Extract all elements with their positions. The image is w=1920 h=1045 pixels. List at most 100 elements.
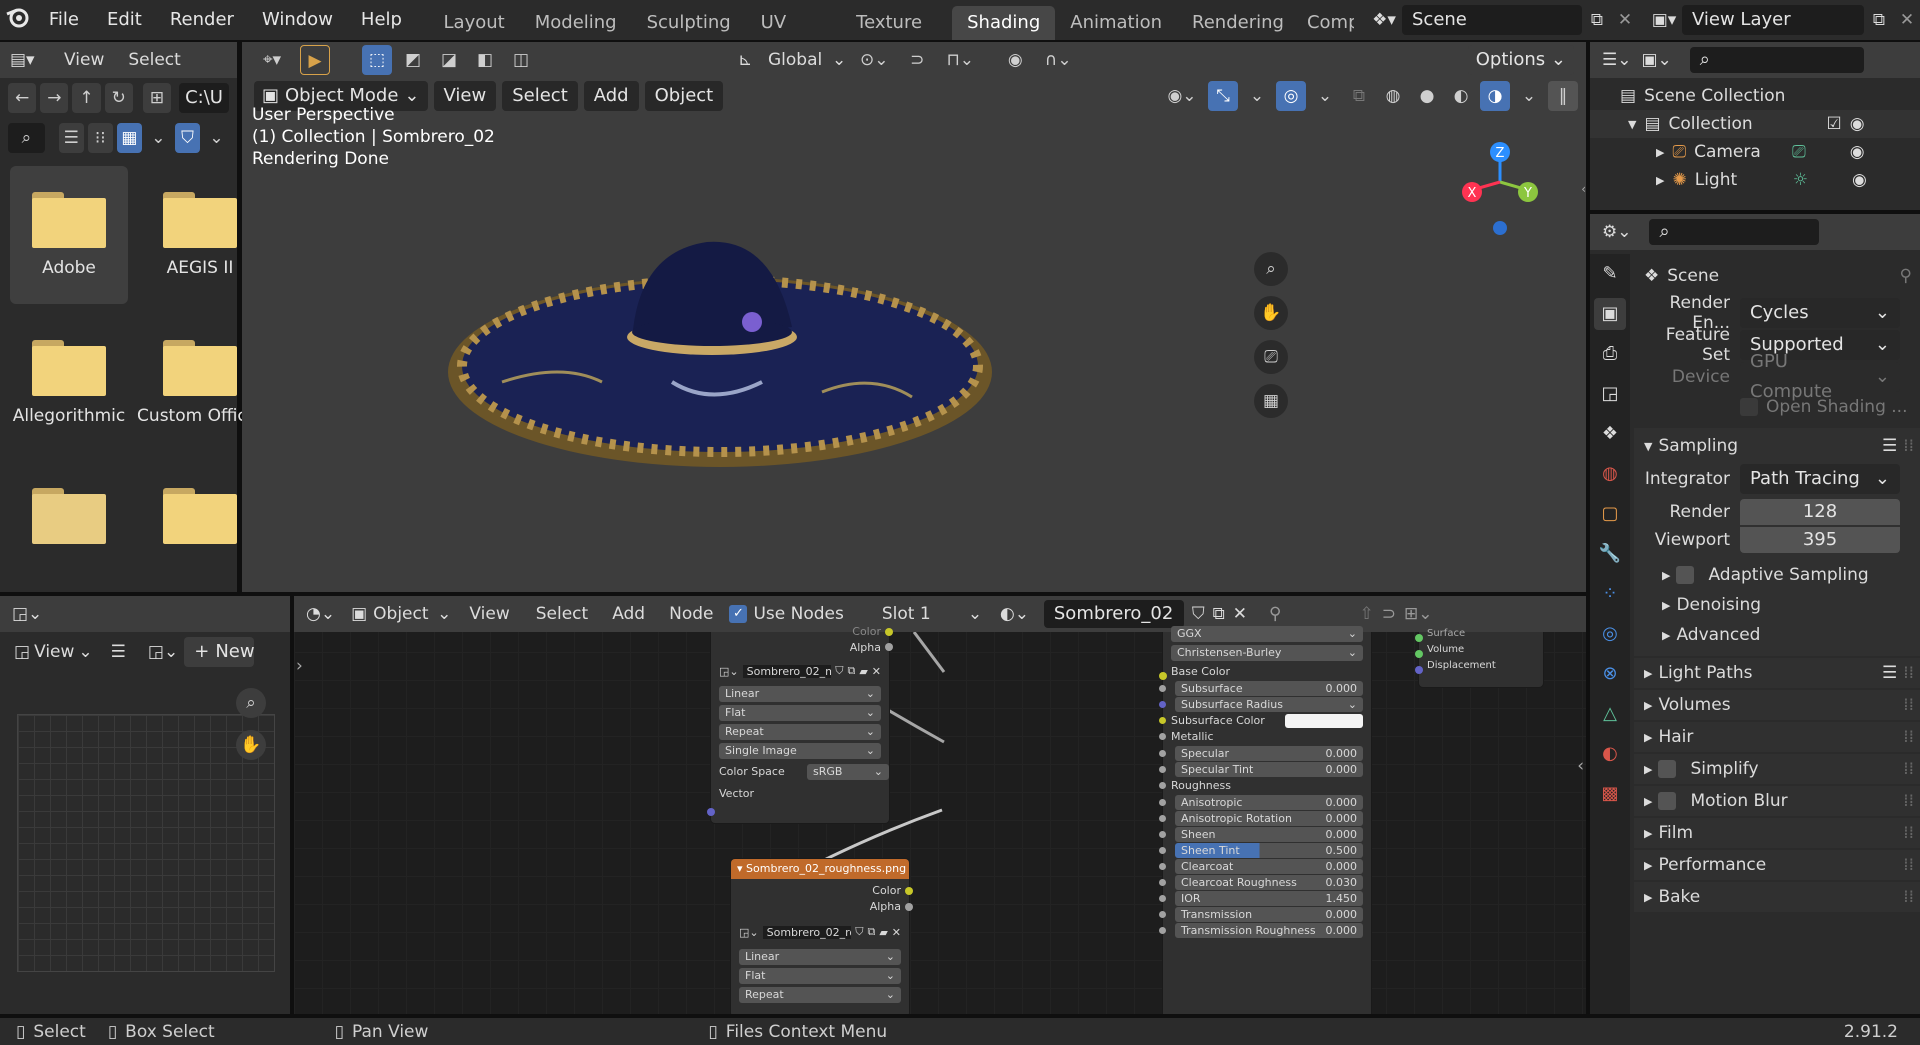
editor-type-icon[interactable]: ◲⌄ [12, 604, 42, 624]
drag-handle-icon[interactable]: ⁞⁞ [1903, 695, 1914, 715]
scene-collection-row[interactable]: ▤ Scene Collection [1590, 82, 1920, 110]
new-view-layer-icon[interactable]: ⧉ [1864, 10, 1894, 30]
surface-socket-dot[interactable] [1415, 634, 1423, 642]
menu-add[interactable]: Add [583, 81, 639, 111]
toolbar-toggle-icon[interactable]: › [296, 656, 303, 676]
tab-rendering[interactable]: Rendering [1177, 6, 1299, 40]
parent-dir-icon[interactable]: ↑ [72, 83, 101, 113]
view-layer-field[interactable]: View Layer [1682, 5, 1864, 35]
input-socket-dot[interactable] [1159, 733, 1166, 740]
falloff-icon[interactable]: ∩⌄ [1036, 45, 1080, 75]
solid-shading-icon[interactable]: ● [1412, 81, 1442, 111]
bsdf-input-row[interactable]: Transmission 0.000 [1159, 907, 1363, 922]
material-shading-icon[interactable]: ◐ [1446, 81, 1476, 111]
menu-help[interactable]: Help [347, 0, 416, 40]
outliner-item-camera[interactable]: ▶ ⎚ Camera ⎚ ◉ [1590, 138, 1920, 166]
navigation-gizmo[interactable]: Z Y X [1454, 132, 1544, 235]
tab-shading[interactable]: Shading [952, 6, 1056, 40]
input-socket-dot[interactable] [1159, 863, 1166, 870]
constraints-tab-icon[interactable]: ⊗ [1594, 658, 1626, 690]
bsdf-input-row[interactable]: Specular Tint 0.000 [1159, 762, 1363, 777]
bsdf-input-row[interactable]: IOR 1.450 [1159, 891, 1363, 906]
input-socket-dot[interactable] [1159, 766, 1166, 773]
new-scene-icon[interactable]: ⧉ [1582, 10, 1612, 30]
collection-row[interactable]: ▼ ▤ Collection ☑ ◉ [1590, 110, 1920, 138]
pan-hand-icon[interactable]: ✋ [236, 730, 266, 760]
node-editor[interactable]: ◔⌄ ▣ Object ⌄ View Select Add Node ✓ Use… [294, 596, 1586, 1014]
eye-icon[interactable]: ◉ [1850, 114, 1865, 134]
overlay-icon[interactable]: ◎ [1276, 81, 1306, 111]
material-tab-icon[interactable]: ◐ [1594, 738, 1626, 770]
expand-down-icon[interactable]: ▼ [1628, 118, 1636, 131]
forward-icon[interactable]: → [40, 83, 69, 113]
panel-header-performance[interactable]: ▶ Performance ⁞⁞ [1634, 850, 1920, 880]
render-tab-icon[interactable]: ▣ [1594, 298, 1626, 330]
checkbox-checked-icon[interactable]: ☑ [1827, 114, 1842, 134]
select-tool-icon[interactable]: ▶ [300, 45, 330, 75]
color-socket-dot[interactable] [885, 628, 893, 636]
checkbox-icon[interactable] [1658, 792, 1677, 810]
pause-render-icon[interactable]: ‖ [1548, 81, 1578, 111]
display-mode-icon[interactable]: ▣⌄ [1641, 50, 1671, 70]
input-socket-dot[interactable] [1159, 831, 1166, 838]
object-tab-icon[interactable]: ▢ [1594, 498, 1626, 530]
display-dropdown-icon[interactable]: ⌄ [146, 123, 171, 153]
eye-icon[interactable]: ◉ [1852, 170, 1867, 190]
menu-hamburger-icon[interactable]: ☰ [111, 642, 126, 662]
eye-icon[interactable]: ◉ [1850, 142, 1865, 162]
material-output-node[interactable]: Surface Volume Displacement [1415, 628, 1544, 688]
integrator-dropdown[interactable]: Path Tracing ⌄ [1740, 464, 1900, 494]
panel-header-volumes[interactable]: ▶ Volumes ⁞⁞ [1634, 690, 1920, 720]
close-icon[interactable]: ✕ [872, 665, 881, 678]
color-socket-dot[interactable] [905, 887, 913, 895]
outliner-search-field[interactable]: ⌕ [1689, 47, 1864, 73]
principled-bsdf-node[interactable]: GGX ⌄ Christensen-Burley ⌄ Base Color Subs… [1159, 626, 1372, 1014]
render-engine-dropdown[interactable]: Cycles ⌄ [1740, 298, 1900, 328]
projection-dropdown[interactable]: Flat ⌄ [739, 968, 901, 984]
sidebar-toggle-icon[interactable]: ‹ [1577, 756, 1584, 776]
alpha-socket-dot[interactable] [885, 643, 893, 651]
copy-icon[interactable]: ⧉ [867, 925, 875, 939]
drag-handle-icon[interactable]: ⁞⁞ [1903, 436, 1914, 456]
input-socket-dot[interactable] [1159, 911, 1166, 918]
fake-user-icon[interactable]: ⛉ [1192, 604, 1205, 624]
filter-dropdown-icon[interactable]: ⌄ [204, 123, 229, 153]
world-tab-icon[interactable]: ◍ [1594, 458, 1626, 490]
panel-header-motion-blur[interactable]: ▶ Motion Blur ⁞⁞ [1634, 786, 1920, 816]
drag-handle-icon[interactable]: ⁞⁞ [1903, 855, 1914, 875]
snap-icon[interactable]: ⊃ [902, 45, 932, 75]
bsdf-input-row[interactable]: Sheen 0.000 [1159, 827, 1363, 842]
select-subtract-icon[interactable]: ◪ [434, 45, 464, 75]
drag-handle-icon[interactable]: ⁞⁞ [1903, 823, 1914, 843]
input-socket-dot[interactable] [1159, 701, 1166, 708]
outliner-item-light[interactable]: ▶ ✺ Light ☼ ◉ [1590, 166, 1920, 194]
refresh-icon[interactable]: ↻ [104, 83, 133, 113]
slot-dropdown[interactable]: Slot 1 ⌄ [882, 604, 992, 624]
bsdf-input-row[interactable]: Anisotropic Rotation 0.000 [1159, 811, 1363, 826]
displacement-socket-dot[interactable] [1415, 666, 1423, 674]
snap-target-icon[interactable]: ⊓⌄ [938, 45, 982, 75]
physics-tab-icon[interactable]: ◎ [1594, 618, 1626, 650]
advanced-subpanel[interactable]: ▶ Advanced [1634, 620, 1920, 650]
copy-icon[interactable]: ⧉ [847, 664, 855, 678]
new-material-icon[interactable]: ⧉ [1213, 604, 1225, 624]
image-canvas[interactable] [17, 714, 275, 972]
transform-orientation-dropdown[interactable]: ⊾ Global ⌄ [738, 45, 846, 75]
tool-tab-icon[interactable]: ✎ [1594, 258, 1626, 290]
gizmo-dropdown-icon[interactable]: ⌄ [1242, 81, 1272, 111]
output-tab-icon[interactable]: ⎙ [1594, 338, 1626, 370]
menu-select[interactable]: Select [528, 604, 596, 624]
folder-item[interactable] [4, 462, 134, 544]
sampling-panel-header[interactable]: ▼ Sampling ☰ ⁞⁞ [1634, 428, 1920, 464]
parent-node-tree-icon[interactable]: ⇧ [1359, 604, 1373, 624]
render-samples-field[interactable]: 128 [1740, 499, 1900, 525]
fake-user-icon[interactable]: ⛉ [855, 925, 863, 939]
source-dropdown[interactable]: Single Image ⌄ [719, 743, 881, 759]
back-icon[interactable]: ← [8, 83, 37, 113]
menu-object[interactable]: Object [644, 81, 724, 111]
view-layer-selector[interactable]: ▣▾ View Layer ⧉ ✕ [1646, 5, 1920, 35]
fb-menu-select[interactable]: Select [118, 50, 190, 70]
viewport-samples-field[interactable]: 395 [1740, 527, 1900, 553]
interpolation-dropdown[interactable]: Linear ⌄ [739, 949, 901, 965]
open-shading-row[interactable]: Open Shading ... [1634, 392, 1920, 422]
